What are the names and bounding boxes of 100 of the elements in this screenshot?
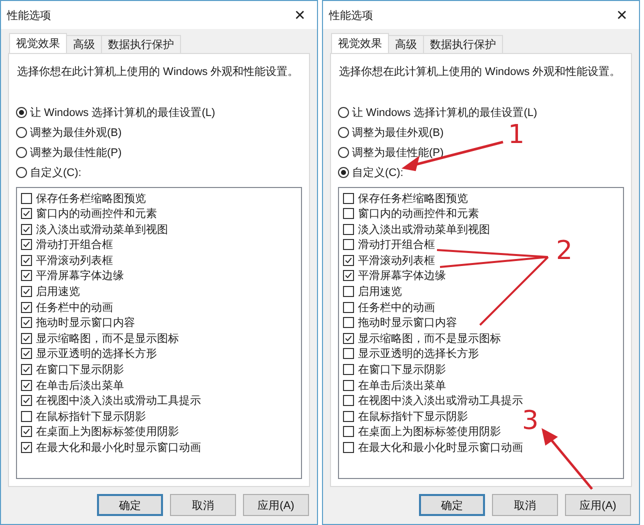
radio-button[interactable] [338, 146, 349, 158]
checkbox[interactable] [21, 254, 32, 266]
checkbox[interactable] [343, 224, 354, 235]
checkbox[interactable] [343, 192, 354, 204]
checkbox-label[interactable]: 在单击后淡出菜单 [358, 378, 446, 393]
checkbox[interactable] [21, 270, 32, 282]
radio-button[interactable] [338, 166, 349, 178]
radio-label[interactable]: 让 Windows 选择计算机的最佳设置(L) [352, 104, 538, 120]
checkbox-label[interactable]: 窗口内的动画控件和元素 [36, 206, 157, 222]
checkbox-label[interactable]: 拖动时显示窗口内容 [358, 315, 457, 330]
dialog-button[interactable]: 取消 [170, 494, 236, 516]
checkbox[interactable] [21, 332, 32, 344]
checkbox-label[interactable]: 淡入淡出或滑动菜单到视图 [358, 222, 490, 237]
checkbox-label[interactable]: 平滑滚动列表框 [36, 252, 113, 268]
checkbox[interactable] [21, 286, 32, 298]
checkbox[interactable] [343, 239, 354, 250]
checkbox-label[interactable]: 启用速览 [36, 284, 80, 300]
checkbox-label[interactable]: 任务栏中的动画 [358, 300, 435, 315]
checkbox-label[interactable]: 在桌面上为图标标签使用阴影 [36, 424, 179, 440]
checkbox-label[interactable]: 在单击后淡出菜单 [36, 378, 124, 393]
checkbox-label[interactable]: 平滑滚动列表框 [358, 252, 435, 268]
checkbox-label[interactable]: 在窗口下显示阴影 [36, 362, 124, 378]
tab[interactable]: 数据执行保护 [101, 35, 181, 53]
checkbox[interactable] [343, 332, 354, 344]
checkbox-label[interactable]: 在视图中淡入淡出或滑动工具提示 [36, 393, 201, 408]
checkbox[interactable] [21, 364, 32, 376]
step-number: 1 [508, 122, 525, 148]
checkbox[interactable] [343, 426, 354, 438]
checkbox[interactable] [21, 426, 32, 438]
checkbox-label[interactable]: 在最大化和最小化时显示窗口动画 [358, 440, 523, 455]
checkbox-label[interactable]: 在最大化和最小化时显示窗口动画 [36, 440, 201, 455]
step-number: 3 [522, 408, 539, 434]
checkbox[interactable] [21, 348, 32, 360]
checkbox-label[interactable]: 启用速览 [358, 284, 402, 300]
checkbox-label[interactable]: 显示缩略图，而不是显示图标 [36, 330, 179, 346]
checkbox[interactable] [21, 192, 32, 204]
checkbox-label[interactable]: 在窗口下显示阴影 [358, 362, 446, 378]
checkbox[interactable] [343, 364, 354, 376]
checkbox[interactable] [21, 208, 32, 220]
checkbox[interactable] [343, 317, 354, 328]
radio-button[interactable] [16, 146, 27, 158]
checkbox[interactable] [21, 380, 32, 391]
checkbox-label[interactable]: 平滑屏幕字体边缘 [36, 268, 124, 284]
arrow [542, 428, 593, 490]
checkbox[interactable] [21, 302, 32, 313]
checkbox[interactable] [343, 270, 354, 282]
radio-label[interactable]: 调整为最佳性能(P) [352, 144, 444, 160]
checkbox[interactable] [343, 395, 354, 406]
dialog-button[interactable]: 取消 [492, 494, 558, 516]
tab[interactable]: 视觉效果 [9, 33, 67, 53]
checkbox[interactable] [343, 442, 354, 453]
checkbox[interactable] [343, 208, 354, 220]
radio-label[interactable]: 让 Windows 选择计算机的最佳设置(L) [30, 104, 216, 120]
close-button[interactable]: ✕ [283, 1, 317, 29]
checkbox-label[interactable]: 在鼠标指针下显示阴影 [36, 408, 146, 424]
checkbox[interactable] [343, 348, 354, 360]
checkbox-label[interactable]: 滑动打开组合框 [358, 237, 435, 252]
close-button[interactable]: ✕ [605, 1, 639, 29]
radio-label[interactable]: 调整为最佳外观(B) [352, 124, 444, 140]
dialog-button[interactable]: 确定 [419, 494, 485, 516]
radio-button[interactable] [16, 106, 27, 118]
checkbox[interactable] [343, 286, 354, 298]
checkbox-label[interactable]: 拖动时显示窗口内容 [36, 315, 135, 330]
radio-button[interactable] [338, 106, 349, 118]
checkbox[interactable] [21, 239, 32, 250]
checkbox[interactable] [21, 224, 32, 235]
radio-label[interactable]: 调整为最佳外观(B) [30, 124, 122, 140]
checkbox-label[interactable]: 窗口内的动画控件和元素 [358, 206, 479, 222]
checkbox[interactable] [21, 442, 32, 453]
window-title: 性能选项 [7, 8, 51, 22]
tab[interactable]: 视觉效果 [331, 33, 389, 53]
radio-button[interactable] [16, 126, 27, 138]
checkbox[interactable] [343, 254, 354, 266]
checkbox-label[interactable]: 在鼠标指针下显示阴影 [358, 408, 468, 424]
checkbox-label[interactable]: 显示缩略图，而不是显示图标 [358, 330, 501, 346]
checkbox-label[interactable]: 平滑屏幕字体边缘 [358, 268, 446, 284]
dialog-button[interactable]: 应用(A) [565, 494, 631, 516]
radio-button[interactable] [338, 126, 349, 138]
dialog-button[interactable]: 确定 [97, 494, 163, 516]
radio-button[interactable] [16, 166, 27, 178]
dialog-button[interactable]: 应用(A) [243, 494, 309, 516]
tab[interactable]: 数据执行保护 [423, 35, 503, 53]
checkbox-label[interactable]: 保存任务栏缩略图预览 [358, 190, 468, 206]
checkbox-label[interactable]: 保存任务栏缩略图预览 [36, 190, 146, 206]
checkbox-label[interactable]: 淡入淡出或滑动菜单到视图 [36, 222, 168, 237]
checkbox[interactable] [21, 410, 32, 422]
checkbox-label[interactable]: 滑动打开组合框 [36, 237, 113, 252]
checkbox[interactable] [21, 395, 32, 406]
checkbox[interactable] [343, 410, 354, 422]
radio-label[interactable]: 调整为最佳性能(P) [30, 144, 122, 160]
checkbox[interactable] [343, 302, 354, 313]
radio-label[interactable]: 自定义(C): [352, 164, 404, 180]
radio-label[interactable]: 自定义(C): [30, 164, 82, 180]
checkbox-label[interactable]: 在视图中淡入淡出或滑动工具提示 [358, 393, 523, 408]
checkbox[interactable] [21, 317, 32, 328]
checkbox-label[interactable]: 任务栏中的动画 [36, 300, 113, 315]
checkbox-label[interactable]: 显示亚透明的选择长方形 [36, 346, 157, 362]
checkbox-label[interactable]: 显示亚透明的选择长方形 [358, 346, 479, 362]
checkbox[interactable] [343, 380, 354, 391]
checkbox-label[interactable]: 在桌面上为图标标签使用阴影 [358, 424, 501, 440]
